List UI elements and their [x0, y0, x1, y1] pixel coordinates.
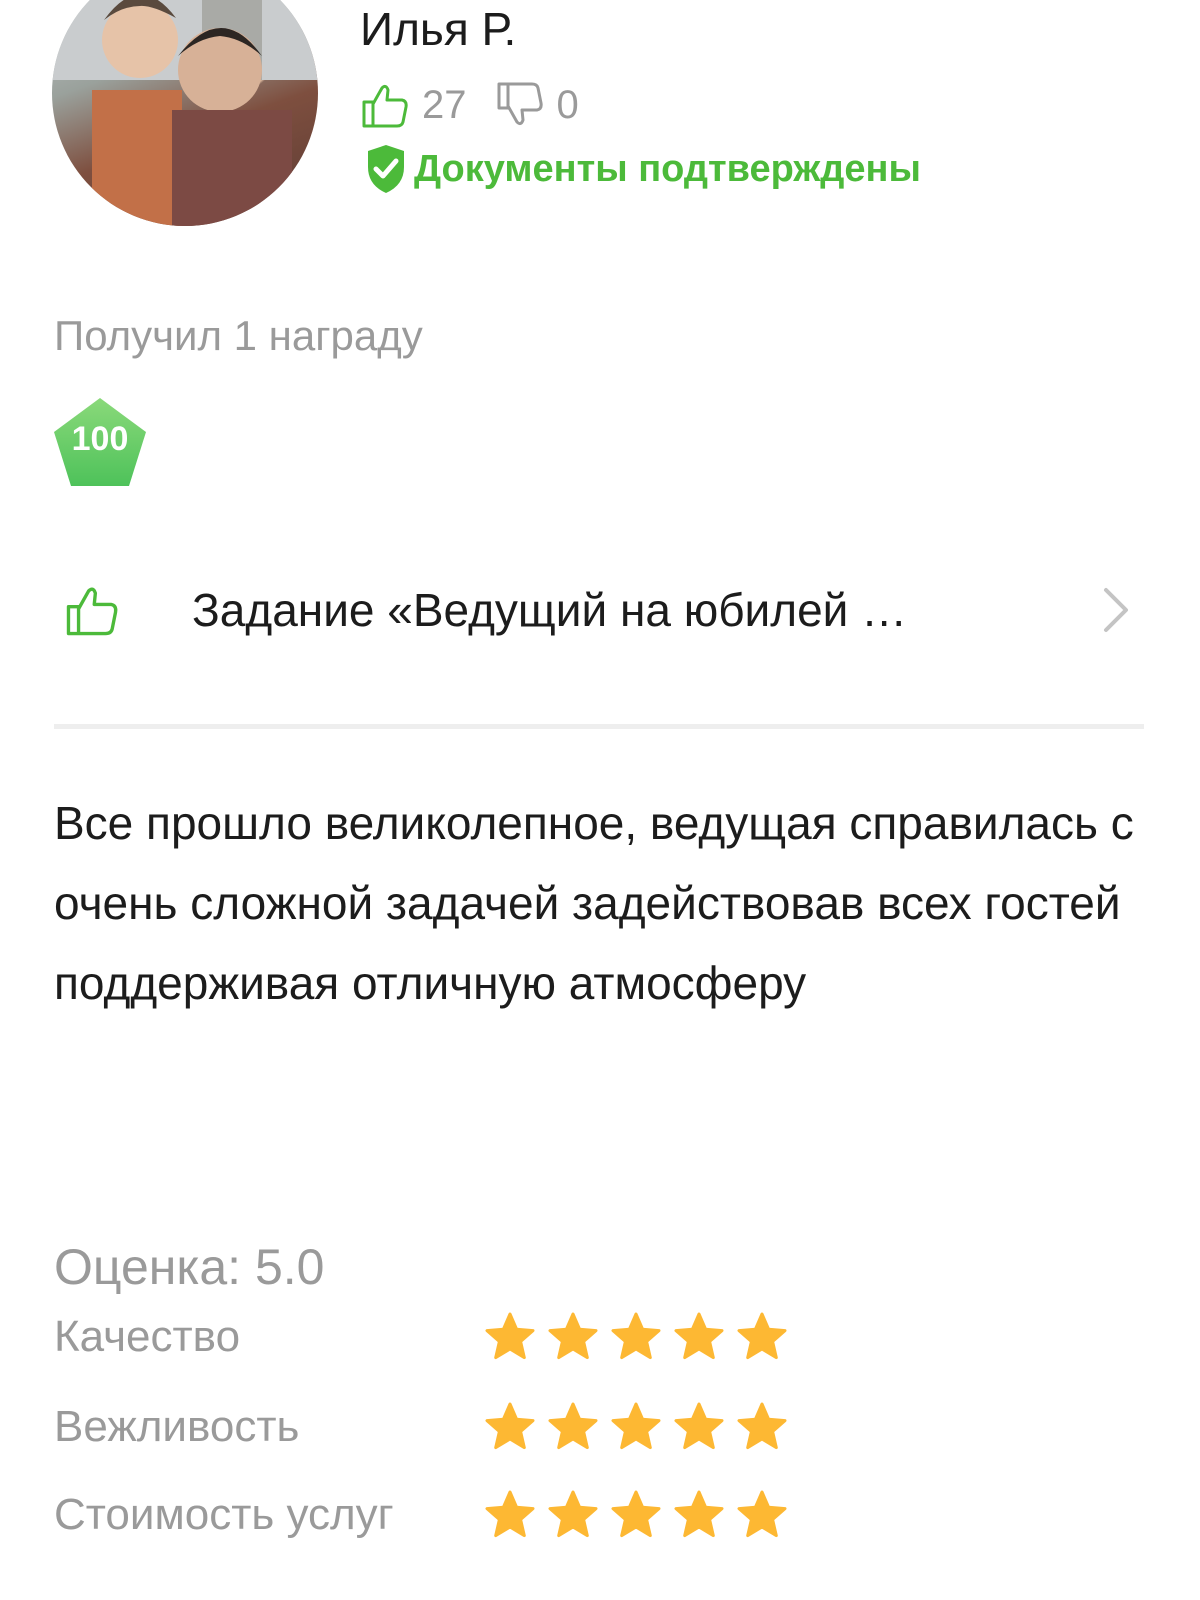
task-title: Задание «Ведущий на юбилей … — [192, 584, 908, 636]
star-icon — [611, 1402, 661, 1450]
likes-count: 27 — [422, 82, 467, 127]
shield-check-icon — [368, 145, 404, 193]
star-icon — [674, 1312, 724, 1360]
star-icon — [737, 1402, 787, 1450]
criterion-label: Вежливость — [54, 1402, 300, 1451]
star-icon — [737, 1490, 787, 1538]
star-icon — [548, 1402, 598, 1450]
star-icon — [674, 1490, 724, 1538]
star-icon — [548, 1490, 598, 1538]
rating-criterion-quality: Качество — [54, 1302, 954, 1372]
star-rating — [484, 1311, 799, 1363]
chevron-right-icon — [1104, 588, 1128, 632]
verified-badge: Документы подтверждены — [364, 143, 921, 195]
star-rating — [484, 1489, 799, 1541]
star-icon — [737, 1312, 787, 1360]
star-icon — [611, 1490, 661, 1538]
dislikes-count: 0 — [556, 82, 579, 127]
awards-title: Получил 1 награду — [54, 312, 423, 359]
star-icon — [674, 1402, 724, 1450]
rating-criterion-cost: Стоимость услуг — [54, 1480, 954, 1550]
divider — [54, 724, 1144, 729]
criterion-label: Стоимость услуг — [54, 1490, 394, 1539]
rating-title: Оценка: 5.0 — [54, 1239, 325, 1295]
award-badge[interactable]: 100 — [52, 396, 148, 488]
star-icon — [485, 1402, 535, 1450]
review-text: Все прошло великолепное, ведущая справил… — [54, 797, 1134, 1009]
user-name: Илья Р. — [360, 3, 517, 55]
star-icon — [611, 1312, 661, 1360]
task-row[interactable]: Задание «Ведущий на юбилей … — [52, 560, 1148, 660]
verified-label: Документы подтверждены — [414, 147, 921, 190]
thumbs-up-icon[interactable] — [360, 80, 410, 130]
thumbs-down-icon[interactable] — [495, 80, 545, 130]
thumbs-up-icon — [66, 587, 118, 636]
rating-criterion-politeness: Вежливость — [54, 1392, 954, 1462]
user-votes: 27 0 — [360, 80, 607, 130]
star-icon — [485, 1490, 535, 1538]
criterion-label: Качество — [54, 1312, 241, 1361]
award-badge-value: 100 — [71, 420, 129, 458]
avatar[interactable] — [52, 0, 318, 226]
star-rating — [484, 1401, 799, 1453]
star-icon — [485, 1312, 535, 1360]
star-icon — [548, 1312, 598, 1360]
